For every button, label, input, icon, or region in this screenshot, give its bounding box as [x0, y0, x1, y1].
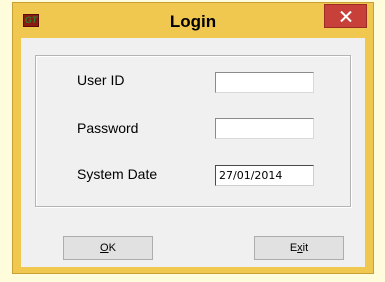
- password-input[interactable]: [215, 118, 314, 139]
- ok-label-rest: K: [108, 242, 116, 254]
- exit-button[interactable]: Exit: [254, 236, 344, 260]
- password-label: Password: [77, 120, 139, 136]
- system-date-input[interactable]: [215, 165, 314, 186]
- system-date-label: System Date: [77, 166, 158, 182]
- ok-button[interactable]: OK: [63, 236, 153, 260]
- close-button[interactable]: [324, 4, 367, 28]
- close-icon: [339, 11, 352, 22]
- user-id-label: User ID: [77, 72, 125, 88]
- login-window: GT Login User ID Password System Date OK…: [12, 2, 374, 274]
- title-bar[interactable]: GT Login: [13, 3, 373, 38]
- ok-mnemonic: O: [100, 242, 109, 254]
- user-id-input[interactable]: [215, 72, 314, 93]
- dialog-body: User ID Password System Date OK Exit: [21, 38, 365, 267]
- exit-label-rest: it: [302, 242, 309, 254]
- window-title: Login: [169, 12, 217, 31]
